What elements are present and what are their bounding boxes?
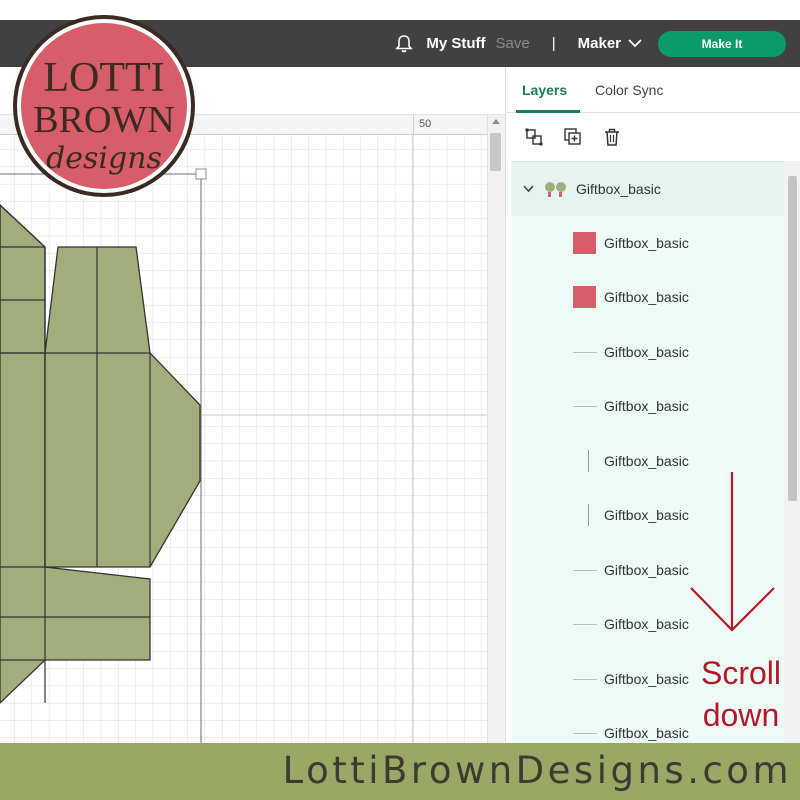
brand-footer: LottiBrownDesigns.com xyxy=(0,743,800,800)
layer-name: Giftbox_basic xyxy=(604,453,689,469)
ruler-label: 50 xyxy=(419,118,432,130)
header-actions: My Stuff Save | Maker Make It xyxy=(394,20,786,67)
layer-actions xyxy=(506,113,800,161)
duplicate-icon[interactable] xyxy=(562,126,584,148)
layer-name: Giftbox_basic xyxy=(604,671,689,687)
layer-name: Giftbox_basic xyxy=(604,344,689,360)
machine-selector[interactable]: Maker xyxy=(578,35,642,52)
footer-website: LottiBrownDesigns.com xyxy=(282,749,792,792)
my-stuff-link[interactable]: My Stuff xyxy=(426,35,485,52)
layer-name: Giftbox_basic xyxy=(604,507,689,523)
layer-row[interactable]: Giftbox_basic xyxy=(511,270,784,324)
logo-line-2: BROWN xyxy=(33,99,174,141)
layer-row[interactable]: Giftbox_basic xyxy=(511,379,784,433)
group-thumbnail-icon xyxy=(544,181,569,197)
layer-name: Giftbox_basic xyxy=(604,398,689,414)
save-button[interactable]: Save xyxy=(496,35,530,52)
score-line-icon xyxy=(588,504,589,526)
layer-group-row[interactable]: Giftbox_basic xyxy=(511,162,784,216)
canvas-scrollbar[interactable] xyxy=(487,115,505,743)
score-line-icon xyxy=(573,406,597,407)
tab-color-sync[interactable]: Color Sync xyxy=(595,82,663,98)
layer-row[interactable]: Giftbox_basic xyxy=(511,216,784,270)
group-icon[interactable] xyxy=(523,126,545,148)
bell-icon[interactable] xyxy=(394,34,414,54)
brand-logo: LOTTI BROWN designs xyxy=(13,15,195,197)
score-line-icon xyxy=(573,570,597,571)
panel-tabs: Layers Color Sync xyxy=(506,67,800,113)
canvas-scroll-thumb[interactable] xyxy=(490,133,501,171)
machine-label: Maker xyxy=(577,35,621,52)
layers-scroll-thumb[interactable] xyxy=(788,176,797,501)
layer-name: Giftbox_basic xyxy=(604,562,689,578)
score-line-icon xyxy=(588,450,589,472)
make-it-button[interactable]: Make It xyxy=(658,30,786,57)
logo-line-1: LOTTI xyxy=(43,55,164,101)
group-name: Giftbox_basic xyxy=(576,181,661,197)
layer-color-swatch[interactable] xyxy=(573,286,596,308)
delete-icon[interactable] xyxy=(601,126,623,148)
header-separator: | xyxy=(551,35,556,52)
layer-row[interactable]: Giftbox_basic xyxy=(511,325,784,379)
logo-line-3: designs xyxy=(46,141,162,176)
layer-color-swatch[interactable] xyxy=(573,232,596,254)
annotation-line-1: Scroll xyxy=(700,655,781,691)
scroll-down-annotation: Scroll down xyxy=(691,652,791,736)
layer-name: Giftbox_basic xyxy=(604,289,689,305)
annotation-line-2: down xyxy=(702,697,780,733)
score-line-icon xyxy=(573,679,597,680)
tab-layers[interactable]: Layers xyxy=(522,82,567,98)
screen: My Stuff Save | Maker Make It 50 Layers … xyxy=(0,0,800,800)
layer-name: Giftbox_basic xyxy=(604,616,689,632)
chevron-down-icon[interactable] xyxy=(523,185,534,193)
scroll-up-arrow[interactable] xyxy=(492,119,500,124)
chevron-down-icon xyxy=(628,39,642,48)
ruler-tick xyxy=(413,115,414,135)
score-line-icon xyxy=(573,624,597,625)
layer-name: Giftbox_basic xyxy=(604,235,689,251)
layer-name: Giftbox_basic xyxy=(604,725,689,741)
score-line-icon xyxy=(573,733,597,734)
canvas-grid[interactable] xyxy=(0,135,487,743)
score-line-icon xyxy=(573,352,597,353)
